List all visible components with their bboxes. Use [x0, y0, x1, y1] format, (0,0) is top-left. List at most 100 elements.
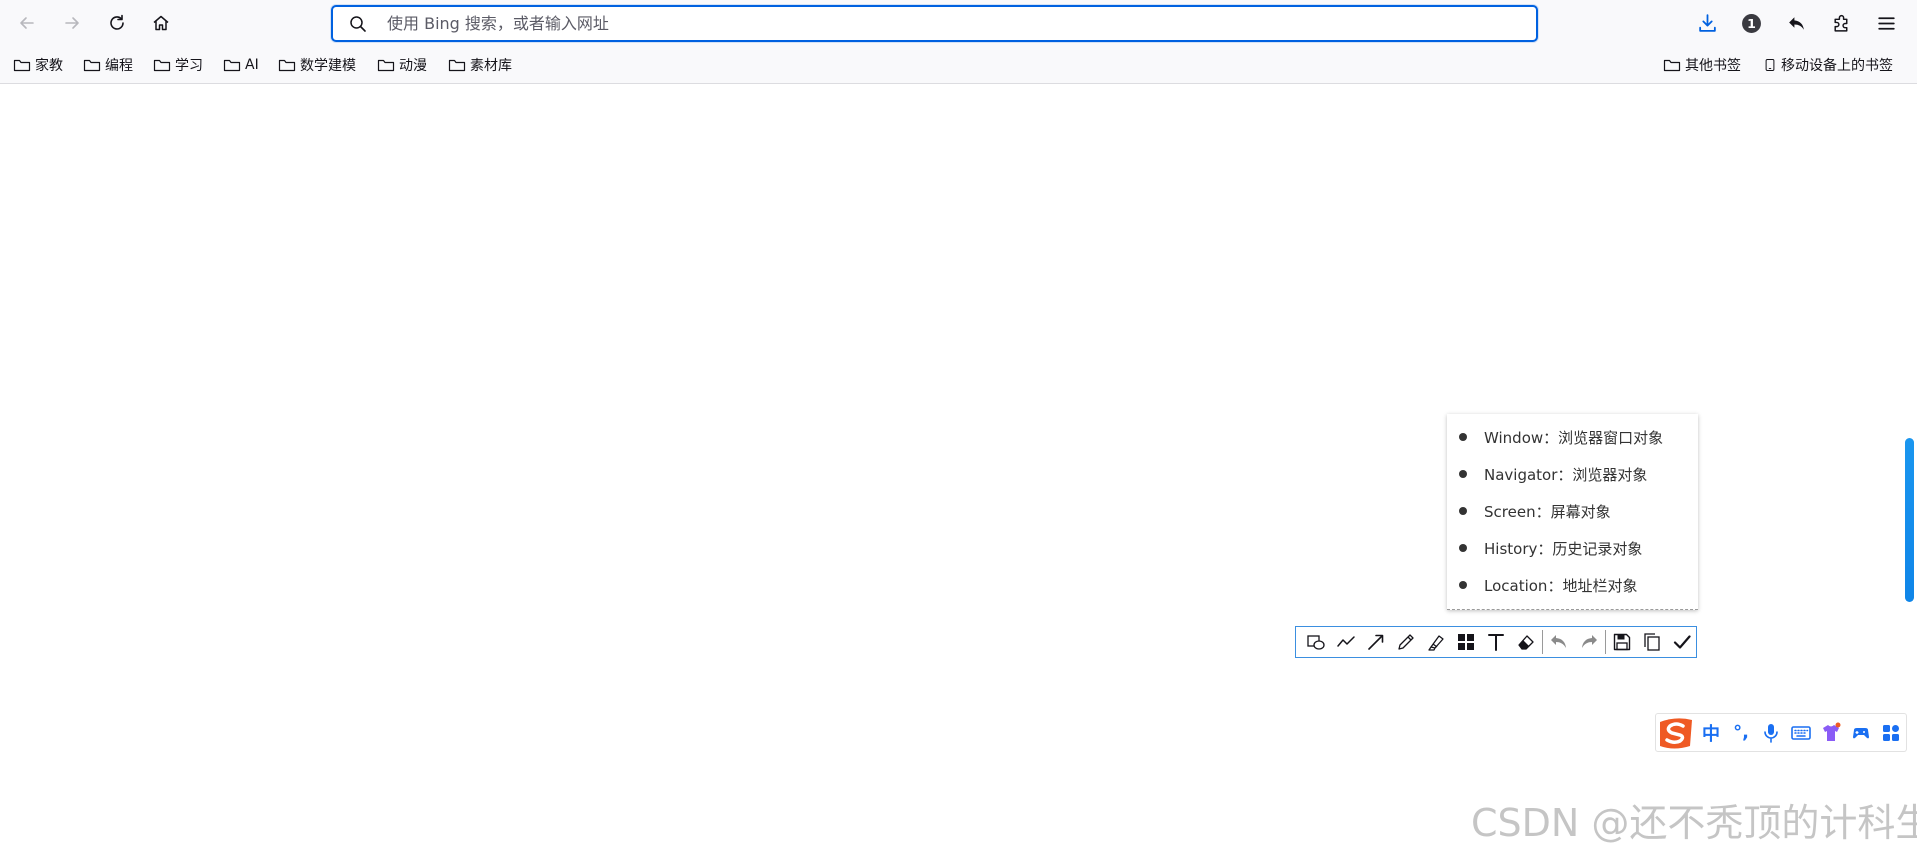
- home-icon: [153, 15, 169, 31]
- bullet-icon: [1459, 544, 1467, 552]
- undo-icon: [1551, 635, 1566, 648]
- bookmark-label: 素材库: [470, 58, 512, 74]
- home-button[interactable]: [145, 7, 177, 39]
- copy-button[interactable]: [1637, 627, 1667, 657]
- copy-icon: [1644, 633, 1660, 651]
- bookmark-folder[interactable]: 学习: [153, 54, 203, 76]
- microphone-icon: [1764, 723, 1778, 743]
- gamepad-icon: [1853, 727, 1869, 738]
- bookmark-folder[interactable]: 家教: [13, 54, 63, 76]
- bookmark-label: 其他书签: [1685, 58, 1741, 74]
- ime-language-toggle[interactable]: 中: [1696, 718, 1726, 748]
- ime-keyboard-button[interactable]: [1786, 718, 1816, 748]
- folder-icon: [377, 59, 395, 72]
- toolbar-divider: [1605, 630, 1606, 654]
- shape-tool-button[interactable]: [1301, 627, 1331, 657]
- list-item: Location：地址栏对象: [1447, 573, 1698, 597]
- redo-button[interactable]: [1574, 627, 1604, 657]
- browser-toolbar: 使用 Bing 搜索，或者输入网址 1: [0, 0, 1917, 46]
- mosaic-tool-button[interactable]: [1451, 627, 1481, 657]
- mobile-phone-icon: [1765, 59, 1775, 71]
- confirm-button[interactable]: [1667, 627, 1697, 657]
- reload-button[interactable]: [101, 7, 133, 39]
- bullet-icon: [1459, 470, 1467, 478]
- watermark-text: CSDN @还不秃顶的计科生: [1471, 801, 1917, 845]
- bookmark-folder[interactable]: 素材库: [448, 54, 512, 76]
- save-button[interactable]: [1607, 627, 1637, 657]
- other-bookmarks-folder[interactable]: 其他书签: [1663, 54, 1741, 76]
- bookmark-folder[interactable]: 编程: [83, 54, 133, 76]
- bookmark-folder[interactable]: 数学建模: [278, 54, 356, 76]
- mosaic-icon: [1458, 634, 1474, 650]
- ime-status-bar: 中 °,: [1655, 713, 1907, 752]
- folder-icon: [1663, 59, 1681, 72]
- highlighter-tool-button[interactable]: [1421, 627, 1451, 657]
- redo-icon: [1582, 635, 1597, 648]
- menu-button[interactable]: [1870, 7, 1902, 39]
- bookmarks-bar: 家教 编程 学习 AI 数学建模 动漫 素材库 其他书签 移动设备上的书签: [0, 46, 1917, 84]
- toolbar-divider: [1542, 630, 1543, 654]
- ime-punctuation-label: °,: [1733, 722, 1749, 743]
- shirt-skin-icon: [1823, 722, 1841, 741]
- sogou-logo-icon[interactable]: [1656, 714, 1696, 752]
- undo-button[interactable]: [1544, 627, 1574, 657]
- bullet-icon: [1459, 581, 1467, 589]
- bookmark-label: 数学建模: [300, 58, 356, 74]
- reply-arrow-icon: [1788, 16, 1804, 30]
- eraser-icon: [1518, 635, 1534, 650]
- puzzle-piece-icon: [1833, 14, 1847, 32]
- reply-back-button[interactable]: [1780, 7, 1812, 39]
- folder-icon: [278, 59, 296, 72]
- bullet-icon: [1459, 507, 1467, 515]
- back-button[interactable]: [11, 7, 43, 39]
- ime-punctuation-toggle[interactable]: °,: [1726, 718, 1756, 748]
- vertical-scrollbar-thumb[interactable]: [1905, 438, 1914, 602]
- arrow-icon: [1368, 634, 1384, 650]
- keyboard-icon: [1791, 725, 1811, 740]
- search-icon: [350, 16, 366, 32]
- folder-icon: [83, 59, 101, 72]
- polyline-tool-button[interactable]: [1331, 627, 1361, 657]
- eraser-tool-button[interactable]: [1511, 627, 1541, 657]
- folder-icon: [153, 59, 171, 72]
- url-bar[interactable]: 使用 Bing 搜索，或者输入网址: [331, 5, 1538, 42]
- list-item-text: History：历史记录对象: [1484, 539, 1643, 558]
- extension-badge-button[interactable]: 1: [1735, 7, 1767, 39]
- text-tool-button[interactable]: [1481, 627, 1511, 657]
- bullet-icon: [1459, 433, 1467, 441]
- extensions-button[interactable]: [1825, 7, 1857, 39]
- pencil-tool-button[interactable]: [1391, 627, 1421, 657]
- url-placeholder: 使用 Bing 搜索，或者输入网址: [387, 14, 609, 33]
- checkmark-icon: [1673, 635, 1691, 649]
- list-item: History：历史记录对象: [1447, 536, 1698, 560]
- forward-button[interactable]: [56, 7, 88, 39]
- download-icon: [1698, 13, 1716, 32]
- list-item: Window：浏览器窗口对象: [1447, 425, 1698, 449]
- bookmark-folder[interactable]: 动漫: [377, 54, 427, 76]
- highlighter-icon: [1428, 635, 1444, 651]
- bookmark-folder[interactable]: AI: [223, 54, 259, 76]
- mobile-bookmarks-folder[interactable]: 移动设备上的书签: [1763, 54, 1893, 76]
- list-item-text: Screen：屏幕对象: [1484, 502, 1611, 521]
- bookmark-label: 编程: [105, 58, 133, 74]
- arrow-tool-button[interactable]: [1361, 627, 1391, 657]
- bom-object-list: Window：浏览器窗口对象 Navigator：浏览器对象 Screen：屏幕…: [1447, 414, 1698, 610]
- bookmark-label: 家教: [35, 58, 63, 74]
- ime-game-button[interactable]: [1846, 718, 1876, 748]
- reload-icon: [110, 14, 124, 30]
- list-item-text: Location：地址栏对象: [1484, 576, 1638, 595]
- bookmark-label: 学习: [175, 58, 203, 74]
- text-t-icon: [1488, 634, 1504, 651]
- grid-apps-icon: [1883, 724, 1899, 741]
- list-item: Screen：屏幕对象: [1447, 499, 1698, 523]
- ime-toolbox-button[interactable]: [1876, 718, 1906, 748]
- downloads-button[interactable]: [1691, 7, 1723, 39]
- pencil-icon: [1398, 634, 1414, 650]
- ime-language-label: 中: [1702, 723, 1720, 745]
- back-arrow-icon: [20, 17, 34, 29]
- hamburger-menu-icon: [1877, 16, 1895, 30]
- ime-voice-button[interactable]: [1756, 718, 1786, 748]
- folder-icon: [13, 59, 31, 72]
- list-item-text: Window：浏览器窗口对象: [1484, 428, 1664, 447]
- ime-skin-button[interactable]: [1816, 718, 1846, 748]
